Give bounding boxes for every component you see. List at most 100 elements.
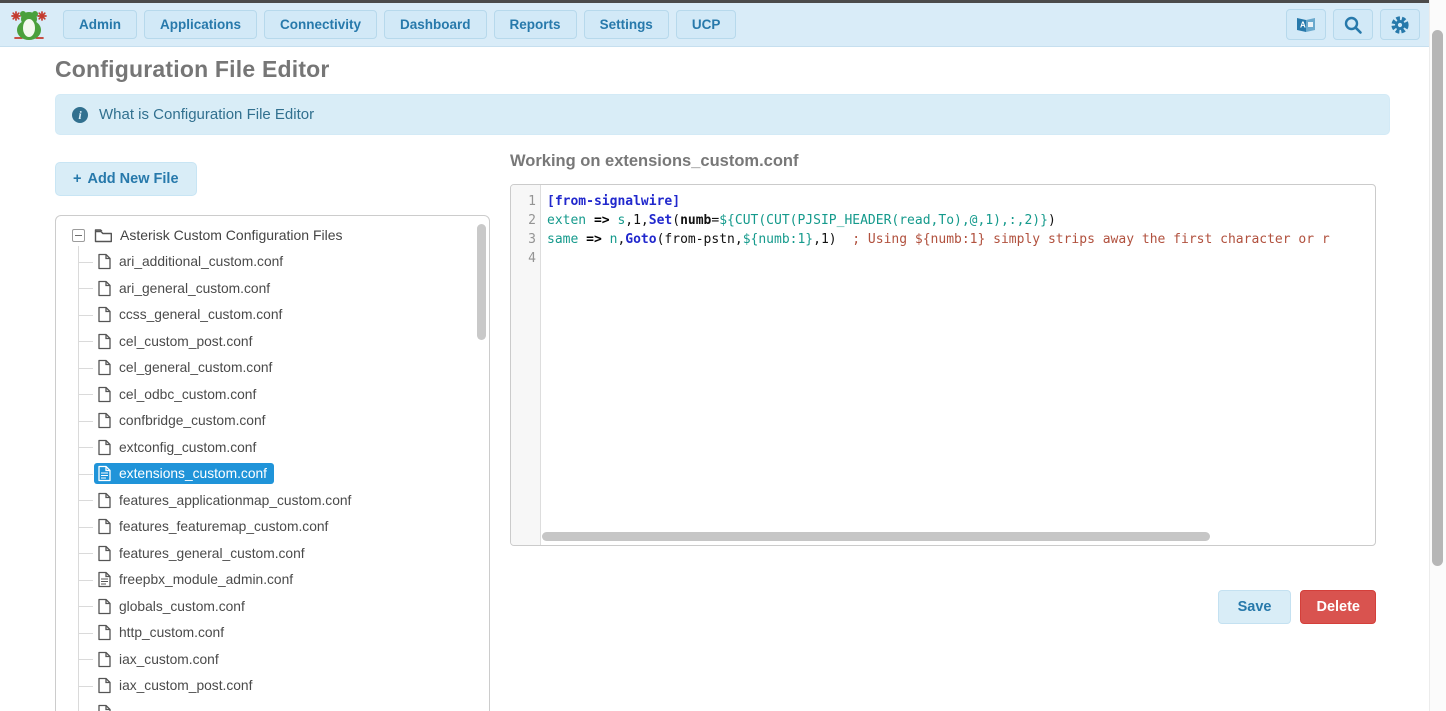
- tree-file-item-iax_custom.conf[interactable]: iax_custom.conf: [64, 646, 481, 673]
- file-icon: [97, 518, 112, 535]
- folder-icon: [94, 228, 113, 243]
- tree-file-item-cel_general_custom.conf[interactable]: cel_general_custom.conf: [64, 355, 481, 382]
- code-editor[interactable]: 1234 [from-signalwire]exten => s,1,Set(n…: [510, 184, 1376, 546]
- what-is-info-banner[interactable]: i What is Configuration File Editor: [55, 94, 1390, 135]
- language-icon: A: [1295, 16, 1317, 34]
- code-line: [from-signalwire]: [547, 192, 1375, 211]
- top-navbar: AdminApplicationsConnectivityDashboardRe…: [0, 3, 1446, 47]
- page-content: Configuration File Editor i What is Conf…: [0, 47, 1446, 711]
- nav-menu-item-ucp[interactable]: UCP: [676, 10, 737, 39]
- info-icon: i: [72, 107, 88, 123]
- file-with-content-icon: [97, 465, 112, 482]
- file-tree-panel: Asterisk Custom Configuration Files: [55, 215, 490, 711]
- collapse-expander-icon[interactable]: [72, 229, 85, 242]
- tree-file-item-ari_additional_custom.conf[interactable]: ari_additional_custom.conf: [64, 249, 481, 276]
- nav-menu-item-settings[interactable]: Settings: [584, 10, 669, 39]
- file-name-label: freepbx_module_admin.conf: [119, 572, 293, 587]
- file-icon: [97, 359, 112, 376]
- nav-menu-item-applications[interactable]: Applications: [144, 10, 257, 39]
- tree-root-folder[interactable]: Asterisk Custom Configuration Files: [64, 222, 481, 249]
- file-name-label: ccss_general_custom.conf: [119, 307, 282, 322]
- file-icon: [97, 306, 112, 323]
- page-scrollbar-thumb[interactable]: [1432, 30, 1443, 566]
- file-browser-column: + Add New File Asterisk Custom Configura…: [55, 150, 490, 711]
- line-number: 2: [511, 211, 536, 230]
- editor-actions: Save Delete: [510, 590, 1376, 624]
- add-new-file-label: Add New File: [87, 171, 178, 187]
- file-icon: [97, 253, 112, 270]
- file-icon: [97, 651, 112, 668]
- editor-horizontal-scrollbar[interactable]: [542, 532, 1210, 541]
- file-name-label: extensions_custom.conf: [119, 466, 267, 481]
- file-name-label: ari_additional_custom.conf: [119, 254, 283, 269]
- line-number: 4: [511, 249, 536, 268]
- add-new-file-button[interactable]: + Add New File: [55, 162, 197, 196]
- search-icon: [1343, 15, 1363, 35]
- file-icon: [97, 333, 112, 350]
- tree-root-label: Asterisk Custom Configuration Files: [120, 227, 343, 243]
- tree-scrollbar[interactable]: [477, 224, 486, 340]
- tree-file-item-globals_custom.conf[interactable]: globals_custom.conf: [64, 593, 481, 620]
- file-with-content-icon: [97, 571, 112, 588]
- file-icon: [97, 492, 112, 509]
- svg-text:A: A: [1300, 20, 1306, 29]
- tree-file-item-cel_odbc_custom.conf[interactable]: cel_odbc_custom.conf: [64, 381, 481, 408]
- file-name-label: features_general_custom.conf: [119, 546, 305, 561]
- tree-file-item-ari_general_custom.conf[interactable]: ari_general_custom.conf: [64, 275, 481, 302]
- page-scrollbar-track[interactable]: [1429, 0, 1446, 711]
- tree-file-item-partial[interactable]: [64, 699, 481, 711]
- nav-menu-item-admin[interactable]: Admin: [63, 10, 137, 39]
- file-name-label: confbridge_custom.conf: [119, 413, 265, 428]
- gear-icon: [1390, 15, 1410, 35]
- tree-file-item-cel_custom_post.conf[interactable]: cel_custom_post.conf: [64, 328, 481, 355]
- freepbx-logo-icon[interactable]: [10, 7, 48, 43]
- language-button[interactable]: A: [1286, 9, 1326, 40]
- tree-file-item-features_applicationmap_custom.conf[interactable]: features_applicationmap_custom.conf: [64, 487, 481, 514]
- working-on-title: Working on extensions_custom.conf: [510, 152, 1390, 171]
- tree-file-item-confbridge_custom.conf[interactable]: confbridge_custom.conf: [64, 408, 481, 435]
- file-name-label: iax_custom.conf: [119, 652, 219, 667]
- file-name-label: features_featuremap_custom.conf: [119, 519, 328, 534]
- file-icon: [97, 412, 112, 429]
- file-icon: [97, 624, 112, 641]
- info-banner-label: What is Configuration File Editor: [99, 106, 314, 123]
- tree-file-item-extconfig_custom.conf[interactable]: extconfig_custom.conf: [64, 434, 481, 461]
- file-name-label: globals_custom.conf: [119, 599, 245, 614]
- file-name-label: http_custom.conf: [119, 625, 224, 640]
- line-number: 1: [511, 192, 536, 211]
- tree-file-item-ccss_general_custom.conf[interactable]: ccss_general_custom.conf: [64, 302, 481, 329]
- line-number-gutter: 1234: [511, 185, 541, 545]
- file-name-label: cel_odbc_custom.conf: [119, 387, 256, 402]
- page-title: Configuration File Editor: [55, 56, 1390, 83]
- navbar-items: AdminApplicationsConnectivityDashboardRe…: [63, 10, 736, 39]
- tree-file-item-freepbx_module_admin.conf[interactable]: freepbx_module_admin.conf: [64, 567, 481, 594]
- tree-file-item-iax_custom_post.conf[interactable]: iax_custom_post.conf: [64, 673, 481, 700]
- file-icon: [97, 545, 112, 562]
- nav-menu-item-connectivity[interactable]: Connectivity: [264, 10, 377, 39]
- file-name-label: ari_general_custom.conf: [119, 281, 270, 296]
- line-number: 3: [511, 230, 536, 249]
- save-button[interactable]: Save: [1218, 590, 1292, 624]
- file-icon: [97, 677, 112, 694]
- tree-file-item-features_general_custom.conf[interactable]: features_general_custom.conf: [64, 540, 481, 567]
- file-icon: [97, 280, 112, 297]
- code-line: exten => s,1,Set(numb=${CUT(CUT(PJSIP_HE…: [547, 211, 1375, 230]
- file-name-label: cel_custom_post.conf: [119, 334, 252, 349]
- nav-menu-item-dashboard[interactable]: Dashboard: [384, 10, 487, 39]
- delete-button[interactable]: Delete: [1300, 590, 1376, 624]
- file-name-label: features_applicationmap_custom.conf: [119, 493, 351, 508]
- file-name-label: iax_custom_post.conf: [119, 678, 252, 693]
- settings-gear-button[interactable]: [1380, 9, 1420, 40]
- file-icon: [97, 386, 112, 403]
- tree-file-item-features_featuremap_custom.conf[interactable]: features_featuremap_custom.conf: [64, 514, 481, 541]
- tree-file-item-extensions_custom.conf[interactable]: extensions_custom.conf: [64, 461, 481, 488]
- code-line: same => n,Goto(from-pstn,${numb:1},1) ; …: [547, 230, 1375, 249]
- file-name-label: cel_general_custom.conf: [119, 360, 272, 375]
- search-button[interactable]: [1333, 9, 1373, 40]
- file-icon: [97, 598, 112, 615]
- file-tree: Asterisk Custom Configuration Files: [64, 222, 481, 711]
- tree-file-item-http_custom.conf[interactable]: http_custom.conf: [64, 620, 481, 647]
- code-line: [547, 249, 1375, 268]
- nav-menu-item-reports[interactable]: Reports: [494, 10, 577, 39]
- code-area[interactable]: [from-signalwire]exten => s,1,Set(numb=$…: [542, 185, 1375, 268]
